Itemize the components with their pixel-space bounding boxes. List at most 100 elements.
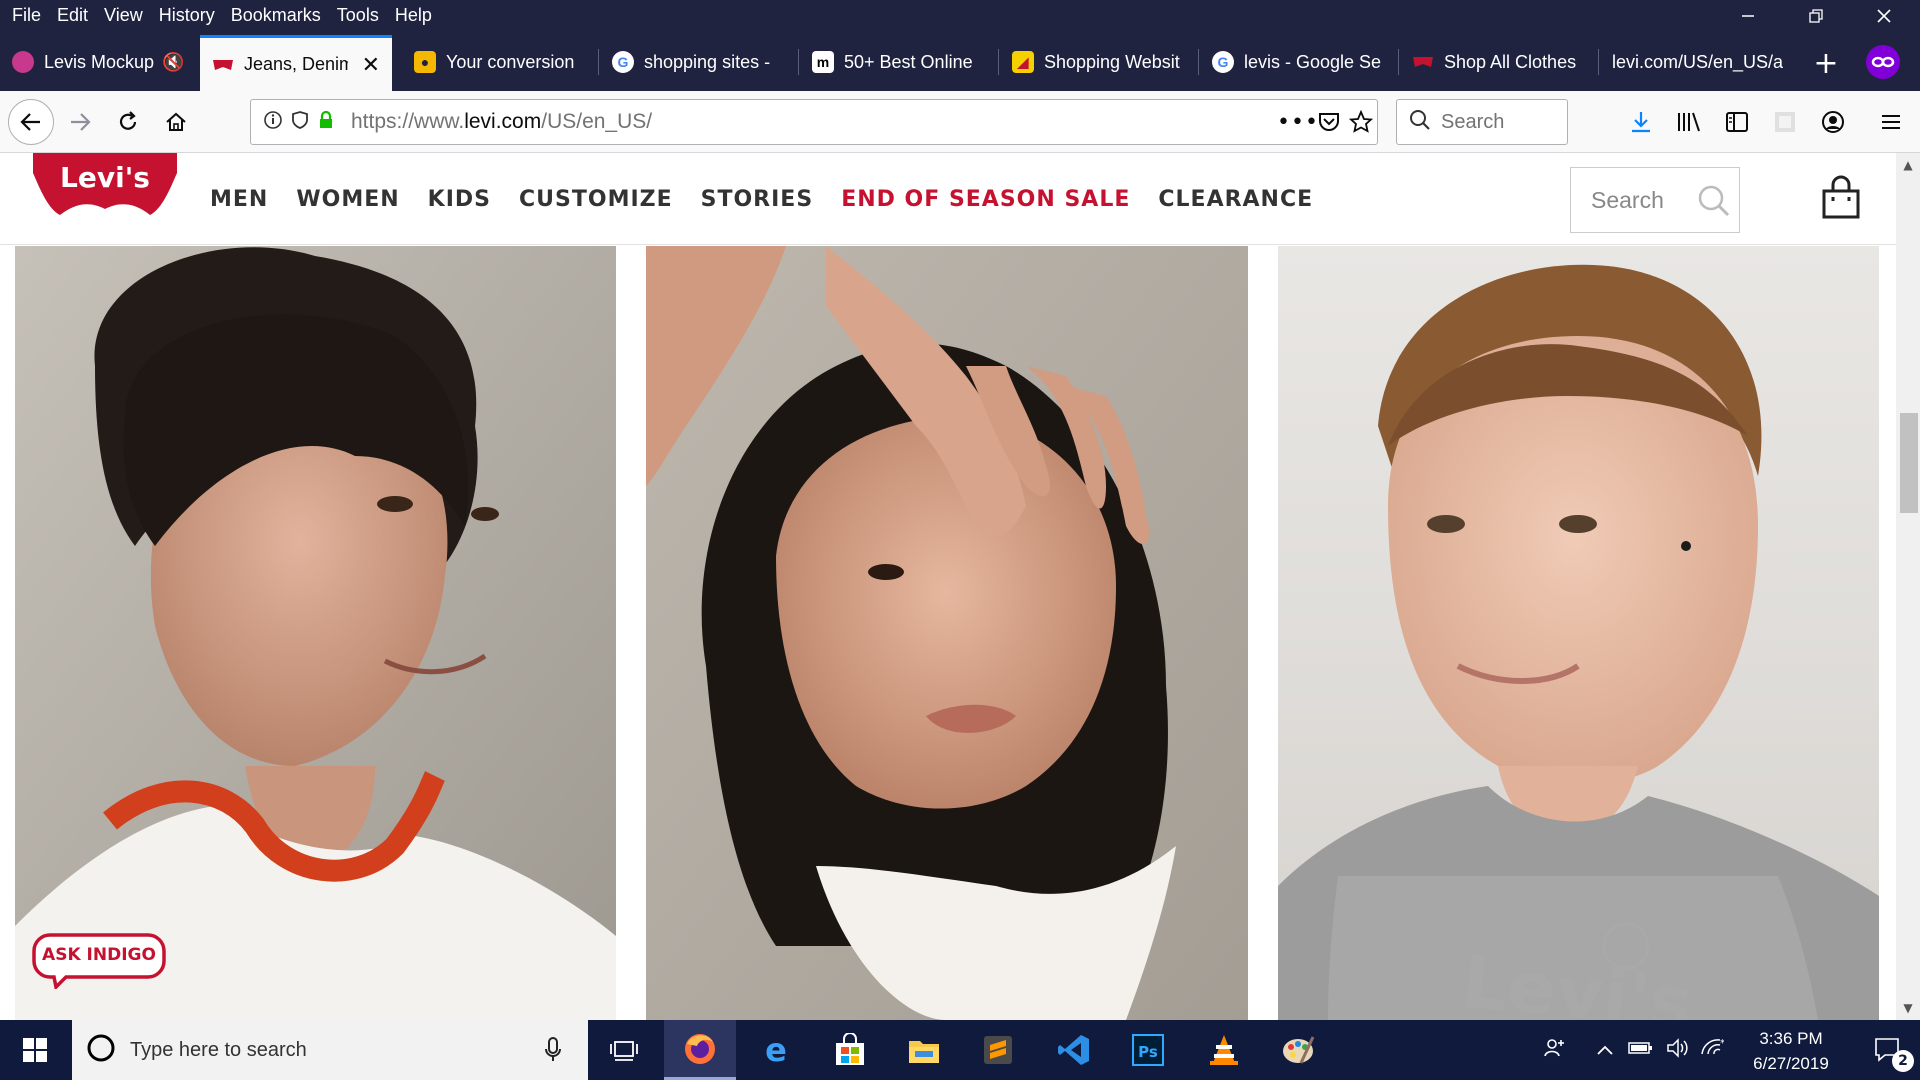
tab-shopping-websites[interactable]: ◢ Shopping Websit (1000, 39, 1196, 85)
minimize-icon (1742, 14, 1754, 17)
conversion-favicon-icon: ● (414, 51, 436, 73)
forward-button[interactable] (60, 102, 100, 142)
menu-tools[interactable]: Tools (329, 5, 387, 26)
hero-image-men[interactable] (15, 246, 616, 1020)
restore-button[interactable] (1786, 0, 1846, 31)
battery-icon[interactable] (1628, 1040, 1654, 1061)
taskbar-clock[interactable]: 3:36 PM 6/27/2019 (1736, 1026, 1846, 1076)
menu-edit[interactable]: Edit (49, 5, 96, 26)
url-text: https://www.levi.com/US/en_US/ (351, 110, 653, 133)
hero-image-kids[interactable]: Levi's (1278, 246, 1879, 1020)
back-arrow-icon (20, 113, 40, 131)
taskbar-search-box[interactable]: Type here to search (72, 1020, 588, 1080)
m-favicon-icon: m (812, 51, 834, 73)
scroll-down-arrow-icon[interactable]: ▼ (1896, 996, 1920, 1020)
library-icon (1678, 112, 1700, 132)
menubar: File Edit View History Bookmarks Tools H… (4, 0, 440, 31)
start-button[interactable] (0, 1020, 70, 1080)
url-bar[interactable]: https://www.levi.com/US/en_US/ ••• (250, 99, 1378, 145)
store-icon (836, 1033, 864, 1065)
account-button[interactable] (1816, 105, 1850, 139)
back-button[interactable] (8, 99, 54, 145)
photoshop-icon: Ps (1132, 1034, 1164, 1066)
nav-customize[interactable]: CUSTOMIZE (519, 187, 673, 212)
scroll-up-arrow-icon[interactable]: ▲ (1896, 153, 1920, 177)
tab-levi-com[interactable]: levi.com/US/en_US/a (1600, 39, 1800, 85)
downloads-button[interactable] (1624, 105, 1658, 139)
account-icon (1822, 111, 1844, 133)
site-search-input[interactable]: Search (1570, 167, 1740, 233)
nav-stories[interactable]: STORIES (701, 187, 814, 212)
ask-indigo-chat-button[interactable]: ASK INDIGO (32, 933, 166, 991)
logo-text: Levi's (60, 161, 150, 194)
taskbar-store[interactable] (814, 1020, 886, 1080)
nav-end-of-season-sale[interactable]: END OF SEASON SALE (841, 187, 1130, 212)
page-scrollbar[interactable]: ▲ ▼ (1896, 153, 1920, 1020)
info-icon[interactable] (263, 110, 283, 134)
shopping-bag-icon[interactable] (1820, 175, 1862, 219)
close-window-button[interactable] (1854, 0, 1914, 31)
reload-button[interactable] (108, 102, 148, 142)
sidebar-button[interactable] (1720, 105, 1754, 139)
notification-count-badge: 2 (1892, 1050, 1914, 1072)
home-icon (166, 112, 186, 131)
volume-icon[interactable] (1666, 1037, 1690, 1063)
taskbar-edge[interactable]: e (740, 1020, 812, 1080)
nav-men[interactable]: MEN (210, 187, 268, 212)
library-button[interactable] (1672, 105, 1706, 139)
nav-women[interactable]: WOMEN (296, 187, 399, 212)
tab-shop-all-clothes[interactable]: Shop All Clothes (1400, 39, 1596, 85)
menu-help[interactable]: Help (387, 5, 440, 26)
extension-button[interactable] (1768, 105, 1802, 139)
pocket-icon[interactable] (1317, 110, 1341, 138)
levis-logo[interactable]: Levi's R (30, 153, 180, 215)
mute-audio-icon[interactable]: 🔇 (162, 52, 184, 73)
action-center-button[interactable]: 2 (1856, 1020, 1920, 1080)
system-tray: * (1542, 1020, 1725, 1080)
new-tab-button[interactable]: + (1808, 45, 1844, 81)
tab-levis-mockup[interactable]: Levis Mockup 🔇 (0, 39, 198, 85)
nav-kids[interactable]: KIDS (428, 187, 491, 212)
menu-bookmarks[interactable]: Bookmarks (223, 5, 329, 26)
home-button[interactable] (156, 102, 196, 142)
tab-jeans-denim[interactable]: Jeans, Denim ✕ (200, 35, 392, 91)
scroll-thumb[interactable] (1900, 413, 1918, 513)
hero-image-women[interactable] (646, 246, 1248, 1020)
edge-icon: e (765, 1033, 787, 1067)
taskbar-vlc[interactable] (1188, 1020, 1260, 1080)
taskbar-firefox[interactable] (664, 1020, 736, 1080)
open-menu-button[interactable] (1874, 105, 1908, 139)
task-view-button[interactable] (588, 1020, 660, 1080)
show-hidden-icons-chevron-icon[interactable] (1596, 1040, 1614, 1061)
browser-search-field[interactable]: Search (1396, 99, 1568, 145)
search-icon[interactable] (1697, 184, 1731, 222)
page-actions-ellipsis-icon[interactable]: ••• (1277, 110, 1319, 135)
secure-lock-icon[interactable] (317, 110, 335, 134)
tab-shopping-sites[interactable]: G shopping sites - (600, 39, 796, 85)
taskbar-paint[interactable] (1262, 1020, 1334, 1080)
menu-file[interactable]: File (4, 5, 49, 26)
taskbar-photoshop[interactable]: Ps (1112, 1020, 1184, 1080)
wifi-icon[interactable]: * (1700, 1038, 1725, 1063)
menu-history[interactable]: History (151, 5, 223, 26)
bookmark-star-icon[interactable] (1348, 109, 1374, 138)
ask-indigo-label: ASK INDIGO (42, 945, 156, 965)
vscode-icon (1058, 1035, 1089, 1065)
taskbar-sublime-text[interactable] (962, 1020, 1034, 1080)
forward-arrow-icon (71, 113, 91, 131)
people-icon[interactable] (1542, 1036, 1566, 1065)
tracking-protection-shield-icon[interactable] (291, 110, 309, 134)
nav-clearance[interactable]: CLEARANCE (1158, 187, 1313, 212)
close-tab-icon[interactable]: ✕ (362, 52, 380, 78)
close-icon (1877, 8, 1891, 23)
firefox-icon (685, 1033, 715, 1064)
microphone-icon[interactable] (544, 1037, 562, 1067)
menu-view[interactable]: View (96, 5, 151, 26)
minimize-button[interactable] (1718, 0, 1778, 31)
plus-icon: + (1813, 45, 1839, 81)
taskbar-file-explorer[interactable] (888, 1020, 960, 1080)
tab-levis-google-search[interactable]: G levis - Google Se (1200, 39, 1396, 85)
tab-your-conversion[interactable]: ● Your conversion (402, 39, 596, 85)
taskbar-vscode[interactable] (1038, 1020, 1110, 1080)
tab-50-best-online[interactable]: m 50+ Best Online (800, 39, 996, 85)
